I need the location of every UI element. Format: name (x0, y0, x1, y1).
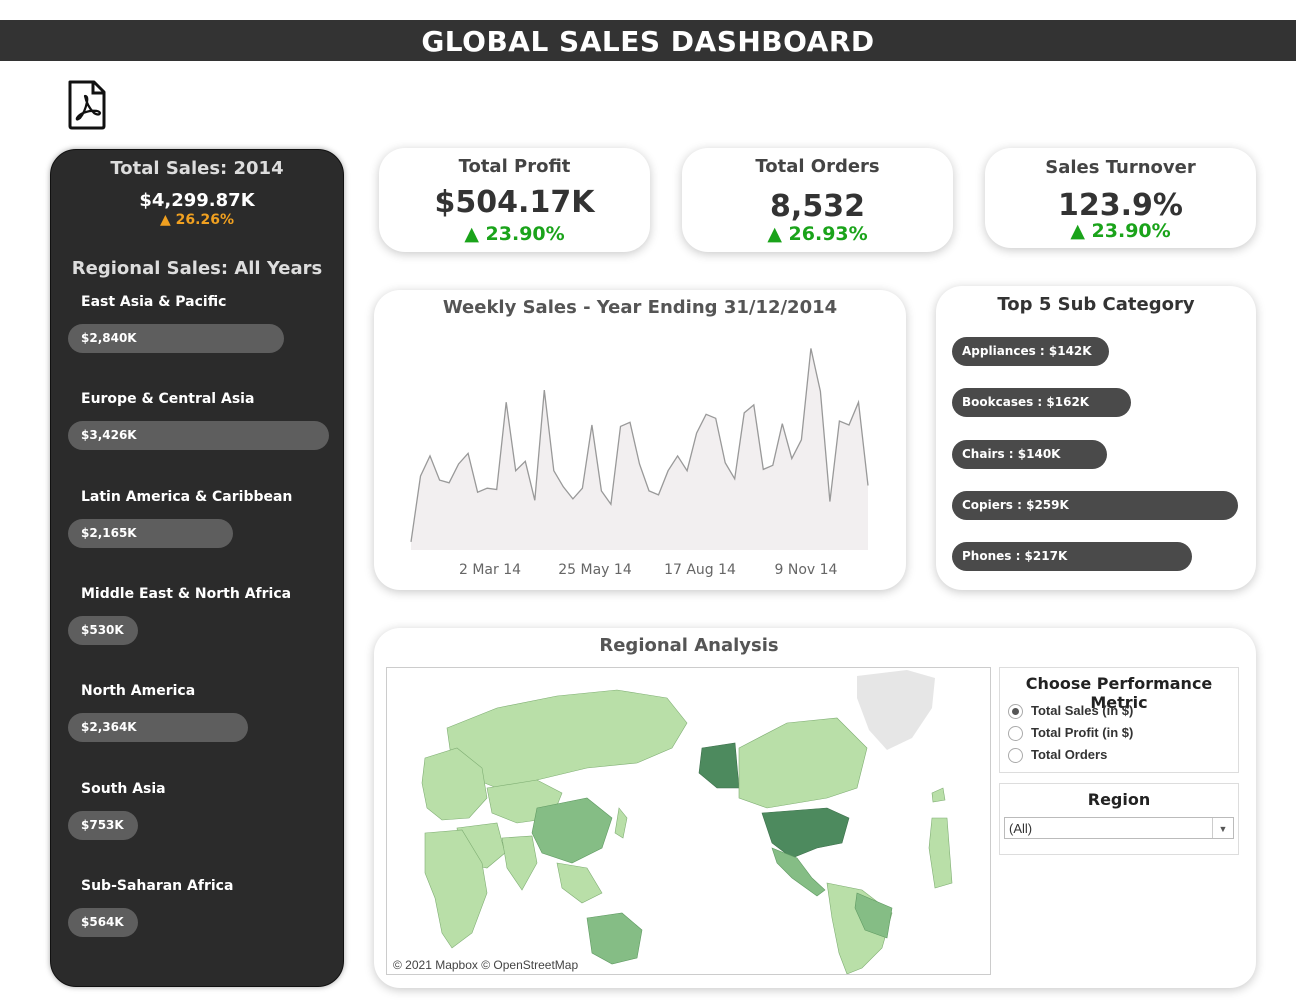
kpi-title: Total Profit (458, 156, 571, 177)
kpi-delta: ▲ 23.90% (464, 223, 565, 245)
total-sales-title: Total Sales: 2014 (110, 158, 284, 179)
kpi-card-total-orders: Total Orders 8,532 ▲ 26.93% (682, 148, 953, 252)
kpi-card-sales-turnover: Sales Turnover 123.9% ▲ 23.90% (985, 148, 1256, 248)
kpi-title: Total Orders (755, 156, 880, 177)
kpi-card-total-profit: Total Profit $504.17K ▲ 23.90% (379, 148, 650, 252)
region-label: Latin America & Caribbean (81, 489, 293, 505)
region-select[interactable]: (All) ▼ (1004, 817, 1234, 839)
subcategory-bar[interactable]: Phones : $217K (952, 542, 1192, 571)
region-filter-title: Region (1087, 790, 1151, 809)
region-bar[interactable]: $530K (68, 616, 138, 645)
top5-title: Top 5 Sub Category (997, 294, 1195, 315)
region-bar[interactable]: $2,165K (68, 519, 233, 548)
metric-option-label: Total Orders (1031, 747, 1108, 762)
region-label: Europe & Central Asia (81, 391, 255, 407)
world-map[interactable]: © 2021 Mapbox © OpenStreetMap (386, 667, 991, 975)
region-label: Sub-Saharan Africa (81, 878, 234, 894)
region-value: $2,364K (81, 720, 137, 734)
map-region-china (531, 797, 613, 864)
map-region-alaska (698, 742, 740, 789)
region-value: $2,840K (81, 331, 137, 345)
region-bar[interactable]: $2,364K (68, 713, 248, 742)
x-tick-label: 2 Mar 14 (459, 562, 521, 578)
total-sales-value: $4,299.87K (139, 190, 255, 211)
dashboard-title: GLOBAL SALES DASHBOARD (0, 20, 1296, 61)
x-tick-label: 9 Nov 14 (775, 562, 838, 578)
radio-unselected-icon (1008, 726, 1023, 742)
kpi-value: 8,532 (770, 189, 865, 224)
x-tick-label: 25 May 14 (558, 562, 632, 578)
regional-sales-panel: Total Sales: 2014 $4,299.87K ▲ 26.26% Re… (50, 149, 344, 987)
map-region-iceland (931, 787, 946, 803)
region-select-value: (All) (1009, 821, 1033, 836)
radio-selected-icon (1008, 704, 1023, 720)
map-region-south-asia (501, 835, 538, 891)
metric-option-total-sales[interactable]: Total Sales (in $) (1008, 703, 1133, 725)
subcategory-bar[interactable]: Appliances : $142K (952, 337, 1109, 366)
metric-option-total-orders[interactable]: Total Orders (1008, 747, 1107, 769)
region-value: $564K (81, 915, 124, 929)
pdf-file-icon[interactable] (66, 80, 108, 130)
regional-analysis-title: Regional Analysis (599, 635, 779, 656)
kpi-value: $504.17K (434, 185, 595, 220)
region-label: North America (81, 683, 196, 699)
region-value: $2,165K (81, 526, 137, 540)
metric-option-label: Total Profit (in $) (1031, 725, 1134, 740)
region-bar[interactable]: $753K (68, 811, 138, 840)
weekly-sales-area (411, 348, 868, 550)
region-bar[interactable]: $3,426K (68, 421, 329, 450)
map-attribution: © 2021 Mapbox © OpenStreetMap (393, 958, 579, 972)
subcategory-bar[interactable]: Copiers : $259K (952, 491, 1238, 520)
region-value: $530K (81, 623, 124, 637)
x-tick-label: 17 Aug 14 (664, 562, 736, 578)
region-bar[interactable]: $564K (68, 908, 138, 937)
kpi-delta: ▲ 26.93% (767, 223, 868, 245)
region-filter: Region (All) ▼ (999, 783, 1239, 855)
kpi-delta: ▲ 23.90% (1070, 220, 1171, 242)
weekly-sales-chart[interactable]: 2 Mar 14 25 May 14 17 Aug 14 9 Nov 14 (374, 290, 906, 590)
total-sales-delta: ▲ 26.26% (160, 212, 234, 228)
map-region-australia (586, 912, 643, 965)
region-label: East Asia & Pacific (81, 294, 227, 310)
radio-unselected-icon (1008, 748, 1023, 764)
region-bar[interactable]: $2,840K (68, 324, 284, 353)
region-value: $3,426K (81, 428, 137, 442)
metric-option-total-profit[interactable]: Total Profit (in $) (1008, 725, 1133, 747)
region-label: South Asia (81, 781, 166, 797)
subcategory-bar[interactable]: Bookcases : $162K (952, 388, 1131, 417)
top5-subcategory-card: Top 5 Sub Category Appliances : $142K Bo… (936, 286, 1256, 590)
metric-option-label: Total Sales (in $) (1031, 703, 1134, 718)
weekly-sales-card: Weekly Sales - Year Ending 31/12/2014 2 … (374, 290, 906, 590)
map-region-western-europe (928, 817, 953, 889)
region-value: $753K (81, 818, 124, 832)
map-region-se-asia (556, 862, 603, 904)
region-label: Middle East & North Africa (81, 586, 292, 602)
chevron-down-icon: ▼ (1212, 818, 1233, 838)
map-region-canada (738, 717, 868, 809)
regional-analysis-card: Regional Analysis © 2021 Mapbox © OpenSt… (374, 628, 1256, 988)
map-region-japan (614, 807, 628, 839)
subcategory-bar[interactable]: Chairs : $140K (952, 440, 1107, 469)
kpi-title: Sales Turnover (1045, 157, 1196, 178)
kpi-value: 123.9% (1058, 188, 1183, 223)
regional-sales-title: Regional Sales: All Years (71, 258, 323, 279)
performance-metric-control: Choose Performance Metric Total Sales (i… (999, 667, 1239, 773)
map-region-greenland (857, 670, 935, 750)
